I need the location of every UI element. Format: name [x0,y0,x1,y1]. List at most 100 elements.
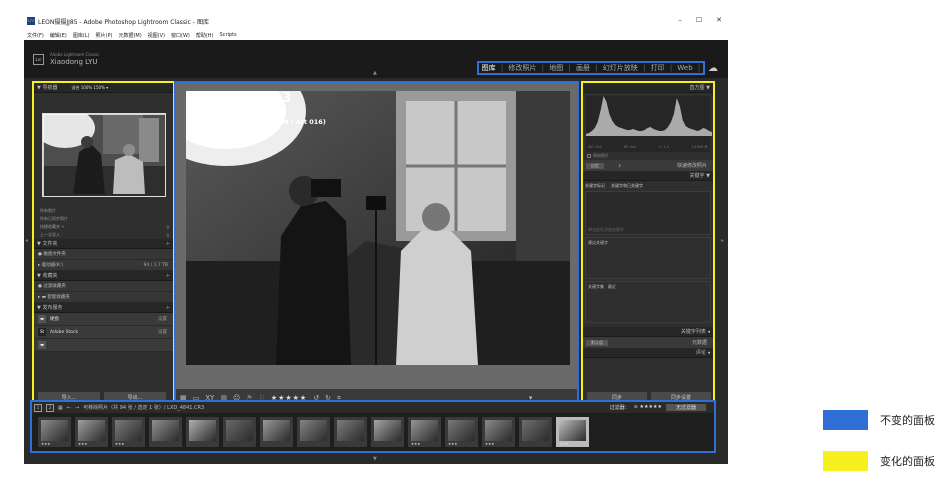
keyword-set: 关键字集 最近 [585,281,711,323]
metadata-preset[interactable]: 默认值 [586,339,608,346]
navigator-zoom-options[interactable]: 适合 100% 150% ▾ [71,85,108,91]
thumbnail-rating: ★★★ [115,442,125,446]
menu-scripts[interactable]: Scripts [220,32,237,38]
filmstrip-thumbnail[interactable] [149,417,182,447]
catalog-row[interactable]: 所有已同步照片 [34,215,173,223]
menu-help[interactable]: 帮助(H) [196,32,214,39]
thumbnail-rating: ★★★ [559,442,569,446]
keyword-hint: 单击此处添加关键字 [588,227,624,232]
window-title: LEON摄摄JJ85 - Adobe Photoshop Lightroom C… [38,18,209,26]
folder-item[interactable]: ▸ 驱动器(K:) 94 / 1.7 TB [34,260,173,271]
metadata-header[interactable]: 默认值 元数据 [583,337,713,348]
module-web[interactable]: Web [677,64,692,72]
publish-services-header[interactable]: ▼ 发布服务 + [34,303,173,313]
folder-item[interactable]: ● 磁盘文件夹 [34,249,173,260]
maximize-button[interactable]: ☐ [696,16,702,24]
back-arrow-icon[interactable]: ← [67,405,71,411]
keywording-title: 关键字 [689,173,705,179]
menu-library[interactable]: 图库(L) [73,32,90,39]
identity-product: Adobe Lightroom Classic [50,52,100,57]
keyword-tags-value[interactable]: 关键字和已关键字 [611,183,643,189]
filmstrip-thumbnail[interactable] [223,417,256,447]
filter-stars[interactable]: ≥ ★★★★★ [634,404,662,411]
filmstrip-thumbnail[interactable]: ★★★ [556,417,589,447]
left-panel-toggle-icon[interactable]: ◂ [25,237,28,244]
filmstrip-thumbnail[interactable] [334,417,367,447]
filmstrip-thumbnail[interactable]: ★★★ [408,417,441,447]
filmstrip-info[interactable]: 可移除照片（共 94 张 / 选定 1 张）/ LXD_4841.CR3 [83,404,204,411]
suggested-keywords-title: 建议关键字 [588,240,608,245]
publish-service-other[interactable]: ▬ [34,339,173,352]
collections-header[interactable]: ▼ 收藏夹 + [34,271,173,281]
module-slideshow[interactable]: 幻灯片放映 [603,63,638,73]
catalog-row[interactable]: 快捷收藏夹 +0 [34,223,173,231]
publish-service-harddrive[interactable]: ▬ 硬盘 设置 [34,313,173,326]
filmstrip-thumbnail[interactable]: ★★★ [445,417,478,447]
module-library[interactable]: 图库 [482,63,496,73]
menu-file[interactable]: 文件(F) [27,32,44,39]
keywording-header[interactable]: 关键字 ▼ [583,171,713,181]
add-folder-icon[interactable]: + [166,241,170,247]
original-photo-toggle[interactable]: 原始照片 [583,152,713,160]
checkbox-icon [587,154,591,158]
folders-header[interactable]: ▼ 文件夹 + [34,239,173,249]
collection-item[interactable]: ▸ ▬ 智能收藏夹 [34,292,173,303]
publish-service-adobe-stock[interactable]: St Adobe Stock 设置 [34,326,173,339]
module-book[interactable]: 画册 [576,63,590,73]
secondary-window-1[interactable]: 1 [34,403,42,412]
filmstrip-thumbnail[interactable] [297,417,330,447]
quick-develop-preset[interactable]: 自定 [586,162,604,169]
add-service-icon[interactable]: + [166,305,170,311]
collapse-triangle-icon: ▼ [704,172,710,179]
keyword-list-header[interactable]: 关键字列表 ◂ [583,327,713,337]
menu-edit[interactable]: 编辑(E) [50,32,67,39]
filmstrip-thumbnail[interactable] [519,417,552,447]
module-print[interactable]: 打印 [651,63,665,73]
collections-title: 收藏夹 [42,273,58,279]
thumbnail-rating: ★★★ [485,442,495,446]
keyword-list-title: 关键字列表 [680,329,706,335]
histogram-shutter: 1/1600 秒 [691,145,708,149]
top-panel-toggle-icon[interactable]: ▲ [373,70,377,76]
main-photo[interactable] [186,91,570,365]
collection-item[interactable]: ● 过滤收藏夹 [34,281,173,292]
histogram-header[interactable]: 直方图 ▼ [583,83,713,93]
filter-select[interactable]: 无过滤器 [665,404,706,411]
add-collection-icon[interactable]: + [166,273,170,279]
module-develop[interactable]: 修改照片 [508,63,536,73]
filmstrip-thumbnail[interactable]: ★★★ [482,417,515,447]
legend-changed: 变化的面板 [823,451,935,471]
histogram-title: 直方图 [689,85,705,91]
right-panel-toggle-icon[interactable]: ▸ [721,237,724,244]
suggested-keywords: 建议关键字 [585,237,711,279]
menu-view[interactable]: 视图(V) [148,32,165,39]
filmstrip-thumbnail[interactable] [371,417,404,447]
menu-window[interactable]: 窗口(W) [171,32,190,39]
bottom-panel-toggle-icon[interactable]: ▼ [373,456,377,462]
thumbnail-image [300,420,327,441]
minimize-button[interactable]: – [678,16,682,24]
catalog-row[interactable]: 上一次导入 0 [34,231,173,239]
filmstrip-thumbnail[interactable]: ★★★ [112,417,145,447]
keyword-set-value[interactable]: 最近 [608,284,616,289]
navigator-preview[interactable] [41,113,166,197]
comments-header[interactable]: 评论 ◂ [583,348,713,358]
module-map[interactable]: 地图 [549,63,563,73]
menu-metadata[interactable]: 元数据(M) [118,32,141,39]
keyword-entry-area[interactable]: 单击此处添加关键字 [585,191,711,235]
quick-develop-header[interactable]: 自定 ⇕ 快速修改照片 [583,160,713,171]
navigator-header[interactable]: ▼ 导航器 适合 100% 150% ▾ [34,83,173,93]
cloud-sync-icon[interactable]: ☁ [708,63,718,74]
forward-arrow-icon[interactable]: → [75,405,79,411]
filter-label: 过滤器： [609,405,630,411]
catalog-row[interactable]: 所有照片 [34,207,173,215]
secondary-window-2[interactable]: 2 [46,403,54,412]
filmstrip-thumbnail[interactable]: ★★★ [75,417,108,447]
filmstrip-thumbnail[interactable] [186,417,219,447]
menu-photo[interactable]: 照片(P) [96,32,113,39]
keyword-tags-row[interactable]: 关键字标记 关键字和已关键字 [583,181,713,191]
close-button[interactable]: ✕ [716,16,722,24]
filmstrip-thumbnail[interactable]: ★★★ [38,417,71,447]
filmstrip-thumbnail[interactable] [260,417,293,447]
grid-icon[interactable]: ▦ [58,405,63,411]
